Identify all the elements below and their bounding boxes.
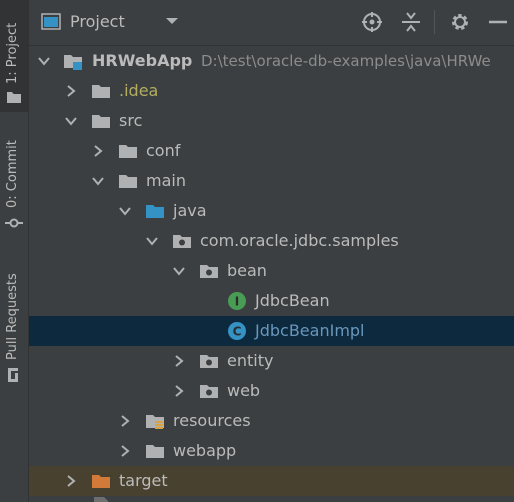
tree-item-label: web bbox=[227, 381, 261, 400]
class-icon: C bbox=[228, 322, 246, 340]
tree-row-idea[interactable]: .idea bbox=[29, 76, 514, 106]
chevron-right-icon[interactable] bbox=[91, 144, 105, 158]
tree-row-conf[interactable]: conf bbox=[29, 136, 514, 166]
chevron-down-icon[interactable] bbox=[64, 114, 78, 128]
header-title[interactable]: Project bbox=[70, 12, 125, 31]
folder-icon bbox=[146, 445, 164, 458]
tree-row-target[interactable]: target bbox=[29, 466, 514, 496]
chevron-down-icon[interactable] bbox=[91, 174, 105, 188]
chevron-right-icon[interactable] bbox=[118, 414, 132, 428]
folder-icon bbox=[119, 145, 137, 158]
tree-row-web[interactable]: web bbox=[29, 376, 514, 406]
header-divider bbox=[434, 10, 435, 34]
package-icon bbox=[200, 385, 218, 398]
tab-pull-requests-label: Pull Requests bbox=[5, 273, 20, 360]
source-folder-icon bbox=[146, 205, 164, 218]
chevron-right-icon[interactable] bbox=[118, 444, 132, 458]
tree-row-root[interactable]: HRWebApp D:\test\oracle-db-examples\java… bbox=[29, 46, 514, 76]
chevron-down-icon[interactable] bbox=[172, 264, 186, 278]
folder-icon bbox=[92, 115, 110, 128]
package-icon bbox=[200, 265, 218, 278]
tree-item-label: src bbox=[119, 111, 143, 130]
tree-row-java[interactable]: java bbox=[29, 196, 514, 226]
chevron-right-icon[interactable] bbox=[64, 474, 78, 488]
chevron-down-icon[interactable] bbox=[145, 234, 159, 248]
locate-icon[interactable] bbox=[361, 11, 383, 33]
collapse-all-icon[interactable] bbox=[400, 11, 422, 33]
tree-row-jdbcbean[interactable]: I JdbcBean bbox=[29, 286, 514, 316]
module-folder-icon bbox=[64, 55, 82, 70]
file-icon bbox=[94, 497, 108, 502]
tree-item-label: java bbox=[173, 201, 207, 220]
tab-pull-requests[interactable]: Pull Requests bbox=[0, 250, 28, 390]
project-view-icon[interactable] bbox=[41, 13, 61, 30]
folder-icon bbox=[7, 92, 21, 103]
project-tree: HRWebApp D:\test\oracle-db-examples\java… bbox=[29, 46, 514, 502]
chevron-right-icon[interactable] bbox=[172, 384, 186, 398]
commit-icon bbox=[5, 218, 23, 228]
tab-project-label: 1: Project bbox=[5, 22, 20, 84]
tree-row-entity[interactable]: entity bbox=[29, 346, 514, 376]
tree-root-path: D:\test\oracle-db-examples\java\HRWe bbox=[201, 52, 491, 70]
tree-row-resources[interactable]: resources bbox=[29, 406, 514, 436]
tree-item-label: bean bbox=[227, 261, 267, 280]
tree-root-label: HRWebApp bbox=[92, 51, 193, 70]
tree-row-partial bbox=[29, 496, 514, 502]
settings-icon[interactable] bbox=[449, 11, 471, 33]
project-header: Project bbox=[29, 0, 514, 46]
package-icon bbox=[200, 355, 218, 368]
tree-item-label: JdbcBeanImpl bbox=[255, 321, 365, 340]
pull-request-icon bbox=[8, 368, 18, 382]
tree-item-label: webapp bbox=[173, 441, 237, 460]
tree-item-label: resources bbox=[173, 411, 251, 430]
chevron-right-icon[interactable] bbox=[64, 84, 78, 98]
tree-item-label: com.oracle.jdbc.samples bbox=[200, 231, 399, 250]
folder-icon bbox=[92, 85, 110, 98]
chevron-right-icon[interactable] bbox=[172, 354, 186, 368]
tree-item-label: .idea bbox=[119, 81, 159, 100]
resources-folder-icon bbox=[146, 415, 164, 429]
chevron-down-icon[interactable] bbox=[37, 54, 51, 68]
tree-row-bean[interactable]: bean bbox=[29, 256, 514, 286]
tree-row-src[interactable]: src bbox=[29, 106, 514, 136]
tree-row-jdbcbeanimpl[interactable]: C JdbcBeanImpl bbox=[29, 316, 514, 346]
package-icon bbox=[173, 235, 191, 248]
excluded-folder-icon bbox=[92, 475, 110, 488]
tree-item-label: target bbox=[119, 471, 168, 490]
tree-item-label: entity bbox=[227, 351, 274, 370]
svg-text:C: C bbox=[233, 325, 242, 339]
tree-item-label: conf bbox=[146, 141, 181, 160]
hide-icon[interactable] bbox=[487, 11, 509, 33]
tab-project[interactable]: 1: Project bbox=[0, 0, 28, 112]
chevron-down-icon[interactable] bbox=[118, 204, 132, 218]
svg-text:I: I bbox=[235, 295, 239, 309]
tool-window-stripe: 1: Project 0: Commit Pull Requests bbox=[0, 0, 29, 502]
tree-item-label: main bbox=[146, 171, 186, 190]
interface-icon: I bbox=[228, 292, 246, 310]
tree-row-main[interactable]: main bbox=[29, 166, 514, 196]
chevron-down-icon[interactable] bbox=[165, 16, 179, 26]
tree-row-package[interactable]: com.oracle.jdbc.samples bbox=[29, 226, 514, 256]
folder-icon bbox=[119, 175, 137, 188]
tab-commit-label: 0: Commit bbox=[5, 140, 20, 208]
tree-item-label: JdbcBean bbox=[255, 291, 330, 310]
tree-row-webapp[interactable]: webapp bbox=[29, 436, 514, 466]
tab-commit[interactable]: 0: Commit bbox=[0, 118, 28, 233]
